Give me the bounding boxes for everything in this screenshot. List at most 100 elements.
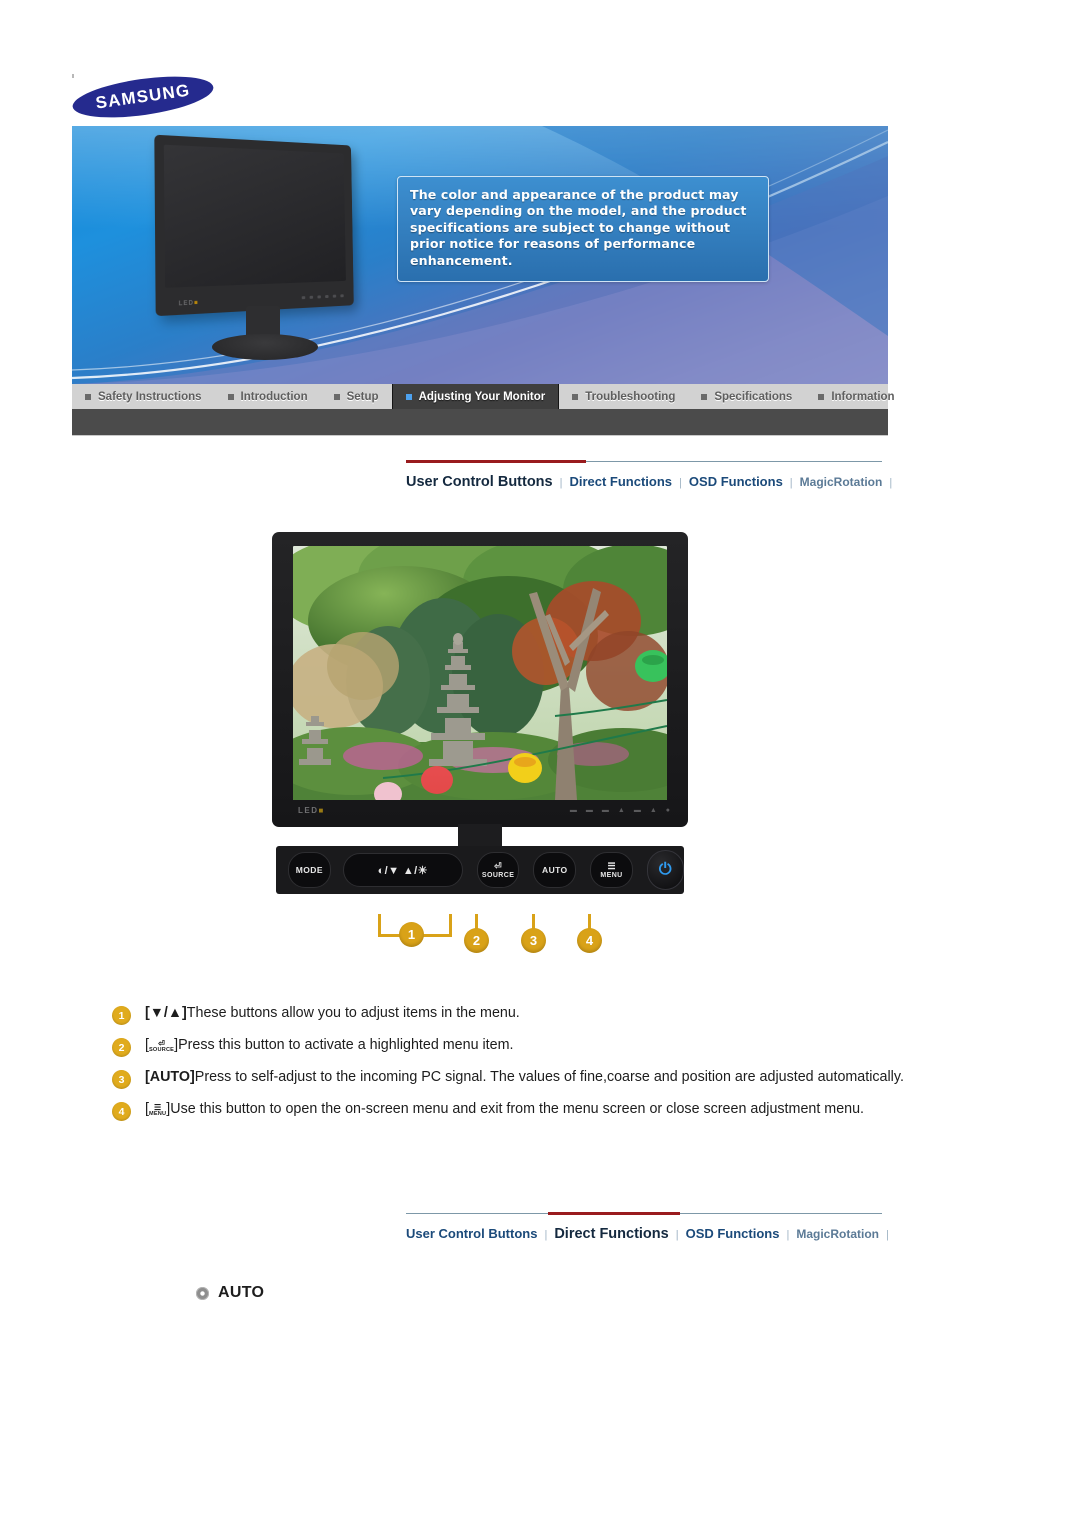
logo-wordmark: SAMSUNG xyxy=(94,80,192,113)
tab-safety-instructions[interactable]: Safety Instructions xyxy=(72,384,215,409)
figure-callouts: 1 2 3 4 xyxy=(272,912,688,960)
subnav-item-magicrotation[interactable]: MagicRotation xyxy=(796,1227,879,1241)
down-up-button-label: ◐/▼ ▲/☀ xyxy=(377,864,428,877)
list-item-badge-1: 1 xyxy=(112,1006,131,1025)
mode-button-label: MODE xyxy=(295,865,323,875)
monitor-figure: LED■ ▬ ▬ ▬ ▲ ▬ ▲ ● MODE ◐/▼ ▲/☀ ⏎ SOURCE AUTO xyxy=(272,532,688,912)
subnav-item-direct-functions[interactable]: Direct Functions xyxy=(569,474,672,489)
power-icon: ⏻ xyxy=(658,861,672,878)
subnav-bottom-rule xyxy=(406,1212,882,1217)
monitor-bezel: LED■ ▬ ▬ ▬ ▲ ▬ ▲ ● xyxy=(272,532,688,827)
subnav-separator: | xyxy=(786,1229,790,1241)
list-item-badge-3: 3 xyxy=(112,1070,131,1089)
subnav-item-magicrotation[interactable]: MagicRotation xyxy=(800,475,883,489)
subnav-item-direct-functions[interactable]: Direct Functions xyxy=(554,1226,668,1242)
subnav-separator: | xyxy=(679,477,682,489)
source-button-label: SOURCE xyxy=(481,871,515,879)
tab-label: Safety Instructions xyxy=(98,390,202,403)
auto-section-title: AUTO xyxy=(218,1284,265,1301)
callout-badge-2: 2 xyxy=(464,928,489,953)
subnav-separator: | xyxy=(889,477,893,489)
list-item-keys-3: [AUTO] xyxy=(145,1069,195,1085)
monitor-screen-photo xyxy=(293,546,667,800)
menu-keycap-label: MENU xyxy=(148,1111,167,1117)
list-item: 2 [⏎ SOURCE]Press this button to activate… xyxy=(112,1036,912,1057)
samsung-logo: SAMSUNG xyxy=(70,69,216,125)
tab-specifications[interactable]: Specifications xyxy=(688,384,805,409)
source-keycap-label: SOURCE xyxy=(148,1047,175,1053)
banner-monitor-screen xyxy=(163,144,346,288)
source-button[interactable]: ⏎ SOURCE xyxy=(476,852,520,888)
auto-button-label: AUTO xyxy=(542,865,568,875)
list-item-keys-1: [▼/▲] xyxy=(145,1005,187,1021)
monitor-led-label: LED■ xyxy=(298,806,325,815)
banner-disclaimer-text: The color and appearance of the product … xyxy=(410,187,747,268)
subnav-active-underline xyxy=(406,460,586,463)
banner-monitor-button-marks xyxy=(301,294,344,300)
list-item-text-1: [▼/▲]These buttons allow you to adjust i… xyxy=(145,1004,520,1024)
gear-bullet-icon xyxy=(196,1286,209,1300)
list-item: 1 [▼/▲]These buttons allow you to adjust… xyxy=(112,1004,912,1025)
list-item-badge-2: 2 xyxy=(112,1038,131,1057)
mode-button[interactable]: MODE xyxy=(288,852,331,888)
manual-page: SAMSUNG LED■ The color and appearance of… xyxy=(0,0,1080,1528)
subnav-top-rule xyxy=(406,460,882,465)
list-item-text-2: [⏎ SOURCE]Press this button to activate a… xyxy=(145,1036,513,1056)
list-item-body-4: Use this button to open the on-screen me… xyxy=(170,1101,865,1117)
bullet-square-icon xyxy=(572,393,579,400)
bullet-square-icon xyxy=(818,393,825,400)
enter-arrow-icon: ⏎ xyxy=(494,860,503,871)
tab-adjusting-your-monitor[interactable]: Adjusting Your Monitor xyxy=(391,384,560,409)
list-item: 4 [☰ MENU]Use this button to open the on-… xyxy=(112,1100,912,1121)
source-keycap-icon: ⏎ SOURCE xyxy=(149,1040,174,1054)
subnav-item-osd-functions[interactable]: OSD Functions xyxy=(689,474,783,489)
button-description-list: 1 [▼/▲]These buttons allow you to adjust… xyxy=(112,1004,912,1132)
list-item-body-1: These buttons allow you to adjust items … xyxy=(186,1005,520,1021)
subnav-bottom-items: User Control Buttons | Direct Functions … xyxy=(406,1217,889,1242)
callout-badge-3: 3 xyxy=(521,928,546,953)
garden-photo-illustration xyxy=(293,546,667,800)
hero-banner: LED■ The color and appearance of the pro… xyxy=(72,126,888,384)
tab-setup[interactable]: Setup xyxy=(321,384,392,409)
brightness-down-up-button[interactable]: ◐/▼ ▲/☀ xyxy=(342,853,463,887)
auto-button[interactable]: AUTO xyxy=(533,852,577,888)
tab-label: Adjusting Your Monitor xyxy=(418,390,546,403)
power-button[interactable]: ⏻ xyxy=(646,850,685,890)
bullet-square-icon xyxy=(701,393,708,400)
menu-bars-icon: ☰ xyxy=(607,860,616,871)
subnav-item-user-control-buttons[interactable]: User Control Buttons xyxy=(406,1226,537,1241)
auto-section-heading: AUTO xyxy=(196,1284,264,1302)
monitor-bezel-marks: ▬ ▬ ▬ ▲ ▬ ▲ ● xyxy=(569,807,670,814)
tab-bar-shadow-strip xyxy=(72,409,888,435)
list-item: 3 [AUTO]Press to self-adjust to the inco… xyxy=(112,1068,912,1089)
subnav-top-items: User Control Buttons | Direct Functions … xyxy=(406,465,892,490)
tab-information[interactable]: Information xyxy=(805,384,907,409)
monitor-bottom-bezel: LED■ ▬ ▬ ▬ ▲ ▬ ▲ ● xyxy=(272,800,688,821)
bullet-square-icon xyxy=(85,393,91,400)
tab-label: Troubleshooting xyxy=(585,390,676,403)
subnav-separator: | xyxy=(886,1229,889,1241)
subnav-item-user-control-buttons[interactable]: User Control Buttons xyxy=(406,474,553,490)
menu-keycap-icon: ☰ MENU xyxy=(149,1104,166,1118)
list-item-text-4: [☰ MENU]Use this button to open the on-sc… xyxy=(145,1100,864,1120)
monitor-stand-neck xyxy=(458,824,502,848)
subnav-separator: | xyxy=(544,1229,548,1241)
subnav-separator: | xyxy=(675,1229,679,1241)
tab-label: Introduction xyxy=(240,390,308,403)
tab-label: Setup xyxy=(346,390,379,403)
subnav-bottom[interactable]: User Control Buttons | Direct Functions … xyxy=(406,1212,889,1242)
bullet-square-icon xyxy=(405,393,412,400)
callout-badge-4: 4 xyxy=(577,928,602,953)
callout-badge-1: 1 xyxy=(399,922,424,947)
tab-bar-bottom-edge xyxy=(72,435,888,436)
list-item-text-3: [AUTO]Press to self-adjust to the incomi… xyxy=(145,1068,904,1088)
list-item-badge-4: 4 xyxy=(112,1102,131,1121)
tab-introduction[interactable]: Introduction xyxy=(215,384,321,409)
menu-button[interactable]: ☰ MENU xyxy=(590,852,633,888)
main-tab-bar[interactable]: Safety Instructions Introduction Setup A… xyxy=(72,384,895,409)
control-button-panel[interactable]: MODE ◐/▼ ▲/☀ ⏎ SOURCE AUTO ☰ MENU ⏻ xyxy=(276,846,685,894)
tab-troubleshooting[interactable]: Troubleshooting xyxy=(559,384,688,409)
subnav-top[interactable]: User Control Buttons | Direct Functions … xyxy=(406,460,892,490)
subnav-separator: | xyxy=(789,477,793,489)
subnav-item-osd-functions[interactable]: OSD Functions xyxy=(686,1226,780,1241)
